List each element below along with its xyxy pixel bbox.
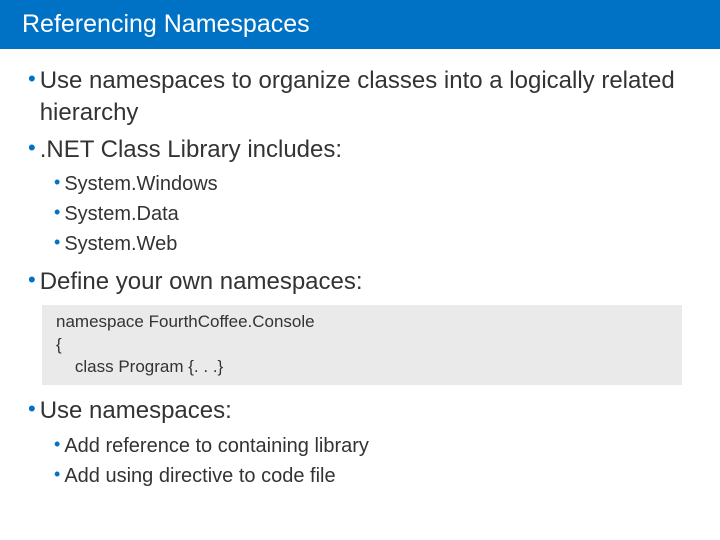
sub-bullet-text: System.Web xyxy=(64,230,177,258)
sub-bullet-list: • Add reference to containing library • … xyxy=(54,432,692,490)
bullet-item: • Define your own namespaces: xyxy=(28,266,692,298)
bullet-text: Use namespaces to organize classes into … xyxy=(40,65,692,130)
sub-bullet-text: System.Windows xyxy=(64,170,217,198)
bullet-dot-icon: • xyxy=(54,200,60,225)
sub-bullet-item: • Add reference to containing library xyxy=(54,432,692,460)
slide-title-bar: Referencing Namespaces xyxy=(0,0,720,49)
slide-title: Referencing Namespaces xyxy=(22,10,310,38)
bullet-dot-icon: • xyxy=(54,230,60,255)
bullet-dot-icon: • xyxy=(54,170,60,195)
sub-bullet-item: • System.Web xyxy=(54,230,692,258)
bullet-item: • .NET Class Library includes: xyxy=(28,134,692,166)
bullet-text: Define your own namespaces: xyxy=(40,266,363,298)
bullet-dot-icon: • xyxy=(54,432,60,457)
bullet-item: • Use namespaces: xyxy=(28,395,692,427)
sub-bullet-item: • System.Data xyxy=(54,200,692,228)
bullet-item: • Use namespaces to organize classes int… xyxy=(28,65,692,130)
sub-bullet-text: Add reference to containing library xyxy=(64,432,369,460)
sub-bullet-text: System.Data xyxy=(64,200,178,228)
bullet-dot-icon: • xyxy=(28,65,36,94)
slide-content: • Use namespaces to organize classes int… xyxy=(0,49,720,490)
code-block: namespace FourthCoffee.Console { class P… xyxy=(42,305,682,386)
bullet-dot-icon: • xyxy=(54,462,60,487)
sub-bullet-list: • System.Windows • System.Data • System.… xyxy=(54,170,692,258)
bullet-text: .NET Class Library includes: xyxy=(40,134,342,166)
bullet-dot-icon: • xyxy=(28,395,36,424)
sub-bullet-text: Add using directive to code file xyxy=(64,462,335,490)
bullet-dot-icon: • xyxy=(28,134,36,163)
bullet-text: Use namespaces: xyxy=(40,395,232,427)
bullet-dot-icon: • xyxy=(28,266,36,295)
sub-bullet-item: • System.Windows xyxy=(54,170,692,198)
sub-bullet-item: • Add using directive to code file xyxy=(54,462,692,490)
